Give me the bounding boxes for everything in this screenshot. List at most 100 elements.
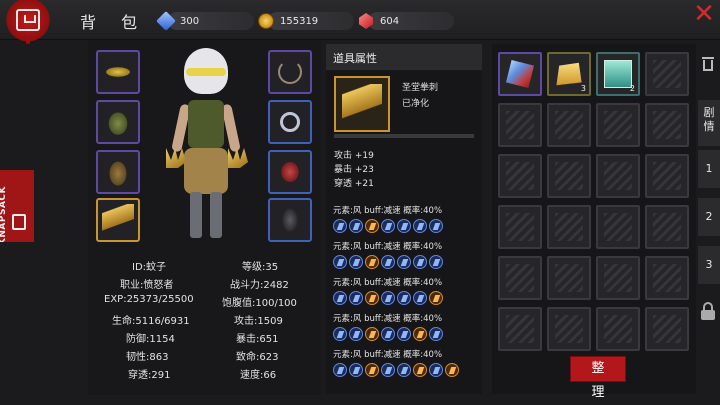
wind-rune-icon [429,327,443,341]
affix-entry: 元素:风 buff:减速 概率:40% [333,240,479,269]
inventory-slot-empty[interactable] [547,154,591,198]
item-detail-icon [334,76,390,132]
wind-rune-icon [381,219,395,233]
inventory-slot-item[interactable] [498,52,542,96]
sort-button[interactable]: 整 理 [570,356,626,400]
stat-row: ID:蚊子 等级:35 [88,258,321,275]
blue-gem-icon [156,11,176,31]
item-count: 3 [580,84,586,93]
lock-icon[interactable] [700,302,716,320]
inventory-slot-empty[interactable] [547,205,591,249]
goggles-icon [102,56,134,88]
tab-story[interactable]: 剧情 [698,100,720,146]
inventory-slot-empty[interactable] [596,103,640,147]
card-icon [604,60,632,88]
equip-slot-ring[interactable] [268,100,312,144]
equip-slot-glove[interactable] [268,150,312,194]
stat-hp: 生命:5116/6931 [112,316,190,327]
wind-rune-icon [397,327,411,341]
affix-entry: 元素:风 buff:减速 概率:40% [333,276,479,305]
currency-gold-coin: 155319 [256,12,354,30]
knapsack-tab-label: KNAPSACK [0,186,8,246]
wind-rune-icon [429,363,443,377]
page-title: 背 包 [80,13,148,32]
item-detail-title: 道具属性 [333,52,377,65]
equip-slot-goggles[interactable] [96,50,140,94]
wind-rune-icon [413,255,427,269]
inventory-slot-empty[interactable] [596,205,640,249]
inventory-slot-empty[interactable] [498,205,542,249]
backpack-emblem-icon [2,0,54,44]
inventory-slot-empty[interactable] [547,307,591,351]
tab-page-2[interactable]: 2 [698,198,720,236]
stat-speed: 速度:66 [240,370,277,381]
wind-rune-icon [381,327,395,341]
affix-entry: 元素:风 buff:减速 概率:40% [333,204,479,233]
equip-slot-weapon-selected[interactable] [96,198,140,242]
wind-rune-icon [349,363,363,377]
affix-entry: 元素:风 buff:减速 概率:40% [333,348,479,377]
tab-page-1[interactable]: 1 [698,150,720,188]
knapsack-tab[interactable]: KNAPSACK [0,170,34,242]
wind-rune-icon [349,291,363,305]
affix-text: 元素:风 buff:减速 概率:40% [333,242,443,252]
inventory-slot-item[interactable]: 2 [596,52,640,96]
stat-exp: EXP:25373/25500 [104,294,194,305]
currency-red-gem: 604 [356,12,454,30]
stat-row: EXP:25373/25500 饱腹值:100/100 [88,294,321,311]
tab-page-1-label: 1 [705,162,713,175]
inventory-slot-empty[interactable] [498,256,542,300]
claw-gauntlet-icon [102,204,134,236]
equip-slot-vest[interactable] [96,100,140,144]
wind-rune-icon [397,219,411,233]
equip-slot-pants[interactable] [96,150,140,194]
stat-attack: 攻击:1509 [234,316,283,327]
divider [334,134,474,138]
inventory-slot-empty[interactable] [547,256,591,300]
inventory-slot-empty[interactable] [645,103,689,147]
top-bar: 背 包 300 155319 604 ✕ [0,0,720,44]
wind-rune-icon [333,327,347,341]
inventory-slot-empty[interactable] [596,307,640,351]
crystal-icon [506,60,534,88]
item-detail-header: 道具属性 [326,44,482,70]
wind-rune-icon [349,255,363,269]
stat-row: 穿透:291 速度:66 [88,366,321,383]
wind-rune-icon [429,219,443,233]
tab-page-3[interactable]: 3 [698,246,720,284]
wind-rune-icon [429,255,443,269]
stat-id: ID:蚊子 [132,262,167,273]
inventory-slot-empty[interactable] [596,256,640,300]
inventory-slot-empty[interactable] [645,52,689,96]
fire-rune-icon [365,291,379,305]
inventory-slot-empty[interactable] [645,256,689,300]
inventory-slot-empty[interactable] [498,103,542,147]
inventory-slot-empty[interactable] [498,154,542,198]
item-detail-panel[interactable]: 道具属性 圣堂拳刺 已净化 攻击 +19 暴击 +23 穿透 +21 元素:风 … [326,44,482,394]
fire-rune-icon [413,363,427,377]
stat-defense: 防御:1154 [126,334,175,345]
stat-toughness: 韧性:863 [126,352,169,363]
fire-rune-icon [365,327,379,341]
inventory-slot-item[interactable]: 3 [547,52,591,96]
close-icon[interactable]: ✕ [690,0,718,28]
inventory-slot-empty[interactable] [498,307,542,351]
ring-icon [280,112,300,132]
fire-rune-icon [413,327,427,341]
necklace-icon [278,60,302,84]
base-stat-crit: 暴击 +23 [334,165,374,175]
inventory-slot-empty[interactable] [547,103,591,147]
stat-power: 战斗力:2482 [230,280,289,291]
wind-rune-icon [397,291,411,305]
inventory-slot-empty[interactable] [596,154,640,198]
inventory-slot-empty[interactable] [645,205,689,249]
claw-gauntlet-icon [342,84,382,124]
inventory-slot-empty[interactable] [645,307,689,351]
trash-icon[interactable] [700,56,716,72]
gold-bar-icon [556,62,582,86]
affix-text: 元素:风 buff:减速 概率:40% [333,350,443,360]
equip-slot-necklace[interactable] [268,50,312,94]
item-name: 圣堂拳刺 [402,83,439,93]
equip-slot-boots[interactable] [268,198,312,242]
inventory-slot-empty[interactable] [645,154,689,198]
